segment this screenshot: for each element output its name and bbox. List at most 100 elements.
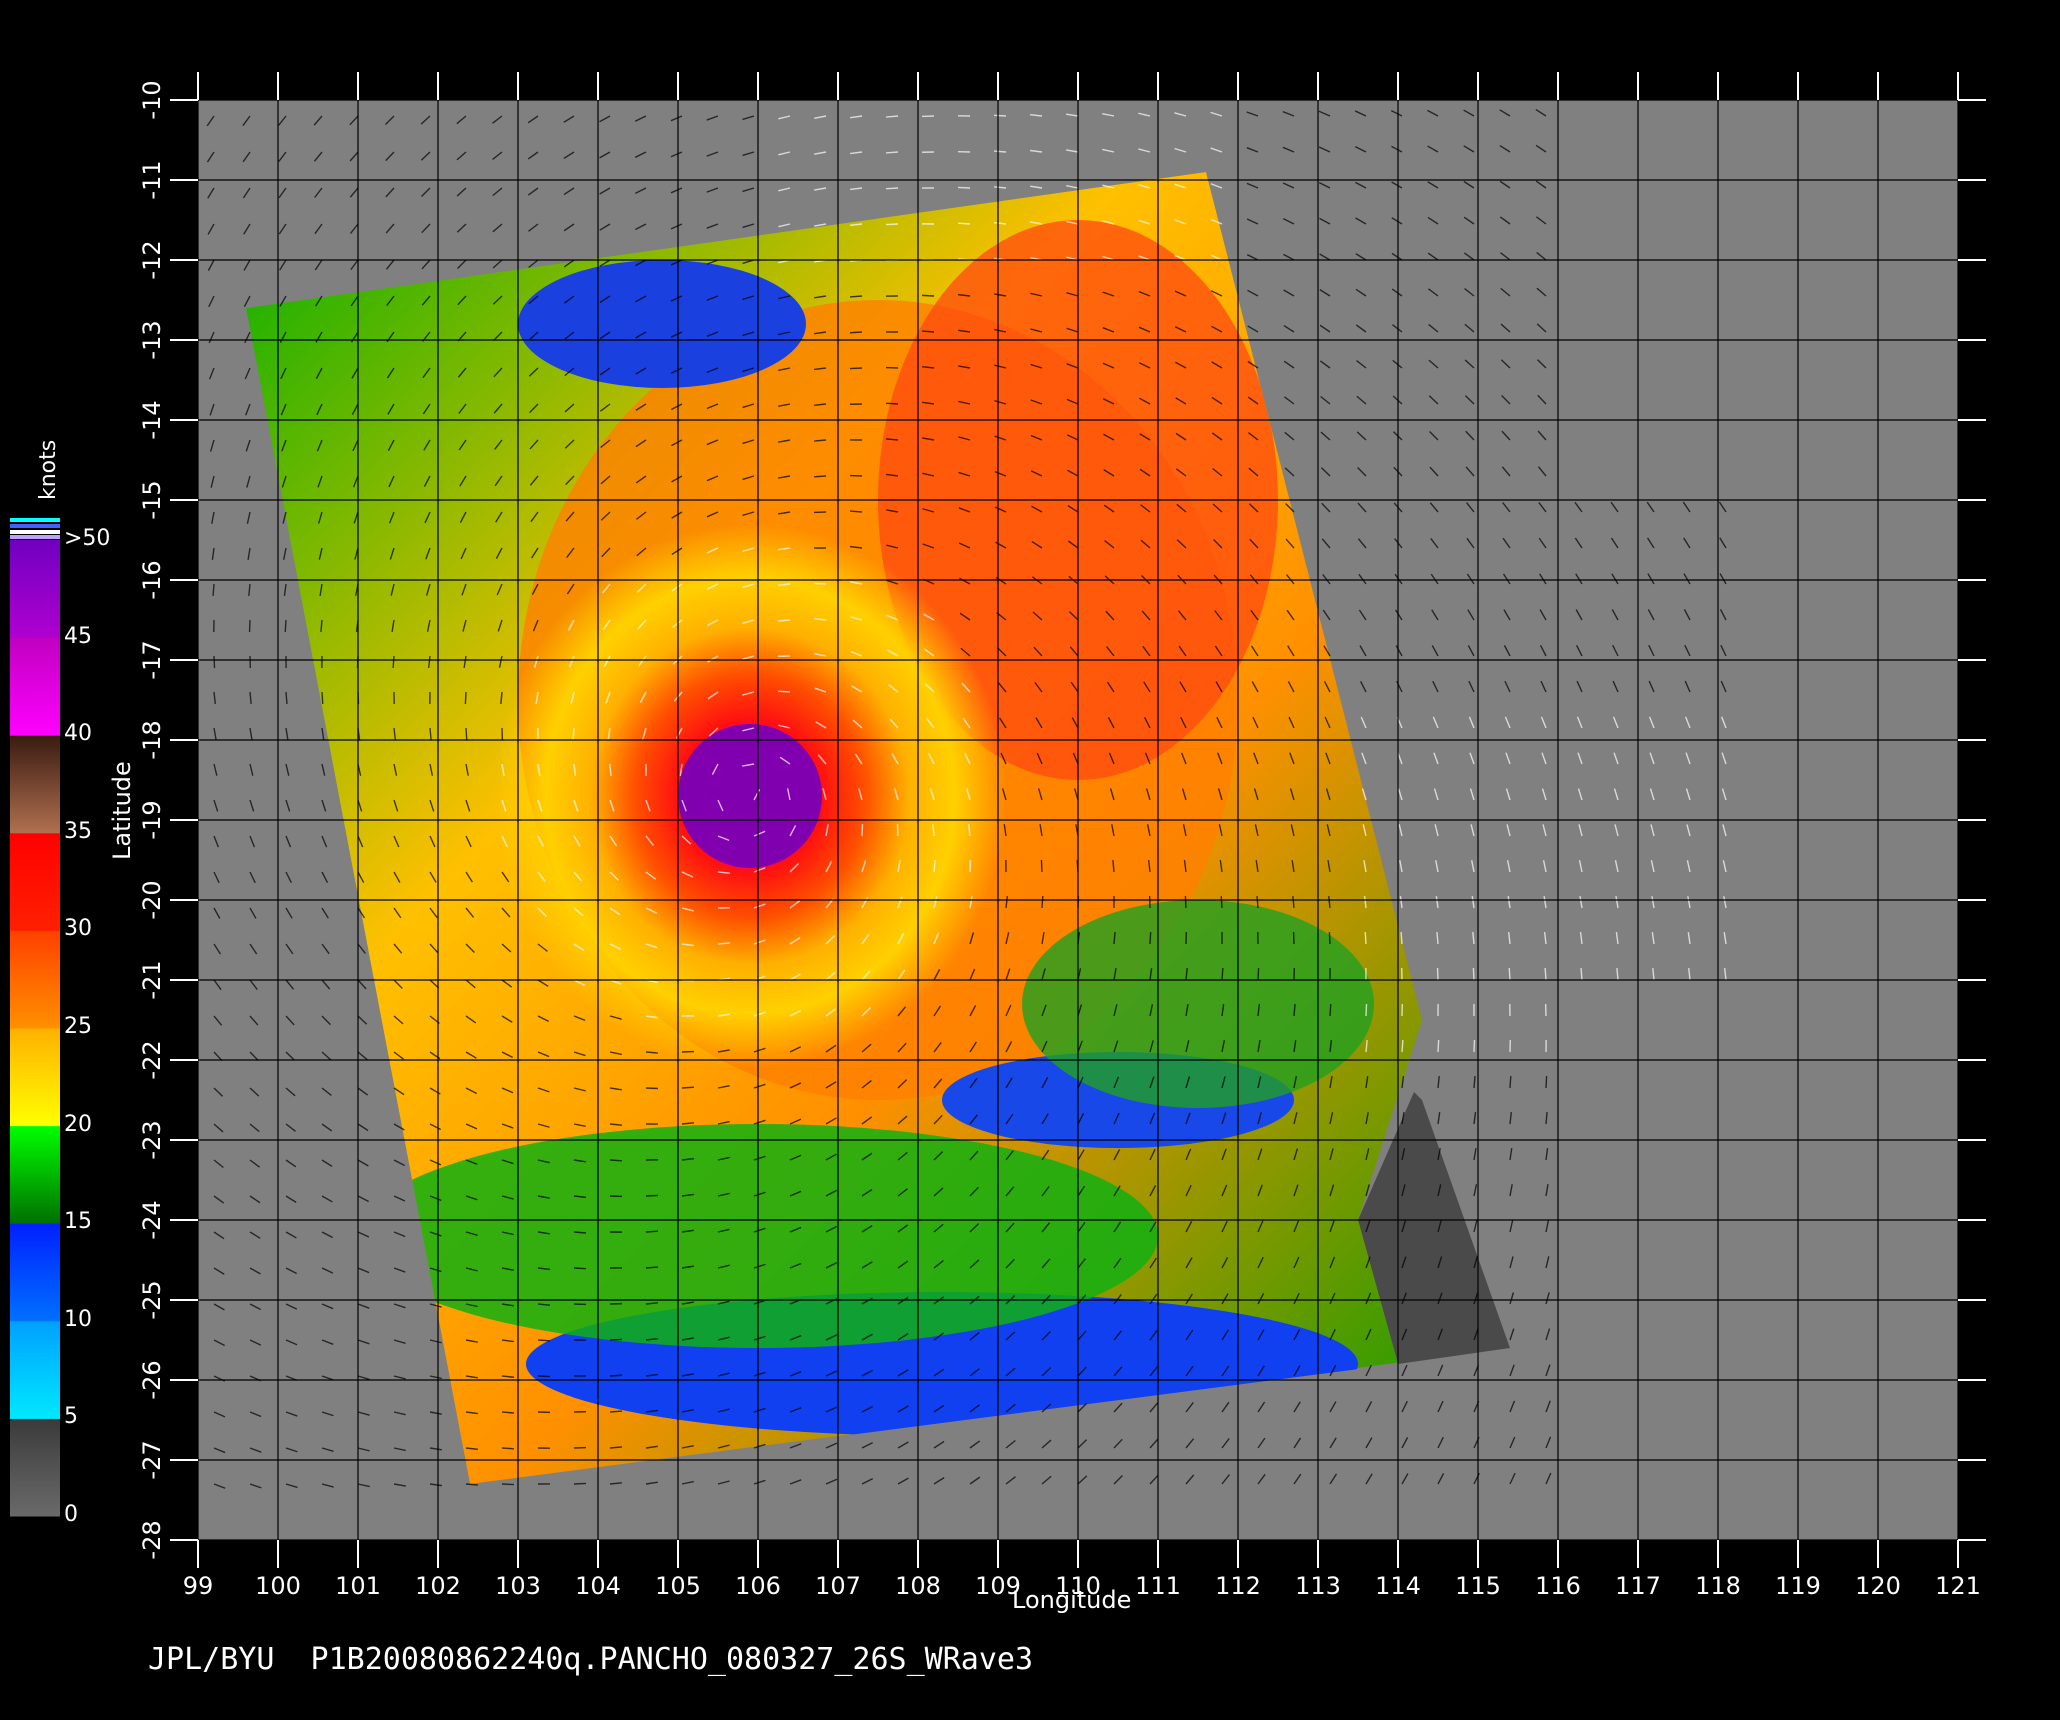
wind-barb	[1329, 1003, 1332, 1017]
wind-barb	[921, 294, 935, 297]
colorbar-segment	[10, 1223, 60, 1322]
wind-barb	[573, 1231, 587, 1234]
lat-tick-label: -23	[138, 1120, 166, 1159]
lon-tick-label: 112	[1215, 1572, 1261, 1600]
wind-barb	[1473, 1075, 1476, 1089]
wind-barb	[885, 151, 899, 154]
wind-barb	[1401, 1039, 1404, 1053]
wind-barb	[537, 1339, 551, 1342]
colorbar-cap	[10, 524, 60, 528]
wind-barb	[1149, 931, 1152, 945]
wind-barb	[285, 691, 288, 705]
wind-barb	[464, 691, 467, 705]
lat-tick-label: -24	[138, 1200, 166, 1239]
lon-tick-label: 114	[1375, 1572, 1421, 1600]
colorbar-label: 25	[64, 1014, 92, 1039]
wind-barb	[501, 1483, 515, 1486]
wind-barb	[284, 619, 287, 633]
lon-tick-label: 101	[335, 1572, 381, 1600]
colorbar-label: 0	[64, 1502, 78, 1527]
cyclone-eye	[678, 724, 822, 868]
wind-barb	[777, 619, 791, 622]
lon-tick-label: 102	[415, 1572, 461, 1600]
colorbar-segment	[10, 735, 60, 834]
wind-barb	[1184, 895, 1187, 909]
wind-barb	[213, 655, 216, 669]
wind-barb	[1437, 1039, 1440, 1053]
colorbar-segment	[10, 1125, 60, 1224]
lon-tick-label: 104	[575, 1572, 621, 1600]
wind-barb	[1545, 1075, 1548, 1089]
wind-barb	[957, 186, 971, 189]
wind-barb	[572, 727, 575, 741]
colorbar-segment	[10, 540, 60, 639]
colorbar-label: 20	[64, 1111, 92, 1137]
lon-tick-label: 113	[1295, 1572, 1341, 1600]
wind-barb	[1509, 1075, 1512, 1089]
lat-tick-label: -19	[138, 800, 166, 839]
wind-barb	[645, 1087, 659, 1090]
colorbar-cap	[10, 518, 60, 522]
lon-tick-label: 105	[655, 1572, 701, 1600]
wind-barb	[861, 823, 864, 837]
lon-tick-label: 100	[255, 1572, 301, 1600]
lat-tick-label: -15	[138, 480, 166, 519]
colorbar-label: 45	[64, 623, 92, 649]
x-axis-title: Longitude	[1012, 1586, 1132, 1614]
wind-barb	[849, 367, 863, 370]
wind-barb	[1580, 967, 1583, 981]
lat-tick-label: -28	[138, 1520, 166, 1559]
lat-tick-label: -25	[138, 1280, 166, 1319]
wind-barb	[537, 1375, 551, 1378]
lat-tick-label: -22	[138, 1040, 166, 1079]
colorbar-segment	[10, 832, 60, 931]
lat-tick-label: -18	[138, 720, 166, 759]
lon-tick-label: 108	[895, 1572, 941, 1600]
lat-tick-label: -10	[138, 80, 166, 119]
wind-barb	[645, 1194, 659, 1197]
lon-tick-label: 118	[1695, 1572, 1741, 1600]
wind-barb	[609, 1338, 623, 1341]
wind-barb	[501, 1447, 515, 1450]
wind-barb	[993, 114, 1007, 117]
wind-barb	[1472, 967, 1475, 981]
lon-tick-label: 120	[1855, 1572, 1901, 1600]
wind-map: 99 100 101 102 103 104 105 106 107 108 109 110 111 11…	[10, 72, 1986, 1600]
wind-barb	[645, 1230, 659, 1233]
wind-barb	[957, 222, 971, 225]
lon-tick-label: 106	[735, 1572, 781, 1600]
wind-barb	[1400, 931, 1403, 945]
lon-tick-label: 117	[1615, 1572, 1661, 1600]
wind-barb	[573, 1482, 587, 1485]
wind-barb	[921, 330, 935, 333]
lat-tick-label: -21	[138, 960, 166, 999]
wind-barb	[849, 331, 863, 334]
colorbar-label: 5	[64, 1404, 78, 1430]
lat-tick-label: -17	[138, 640, 166, 679]
lon-tick-label: 107	[815, 1572, 861, 1600]
wind-barb	[609, 1159, 623, 1162]
wind-barb	[1256, 895, 1259, 909]
footer-caption: JPL/BYU P1B20080862240q.PANCHO_080327_26…	[148, 1642, 1034, 1677]
colorbar-unit: knots	[36, 439, 61, 500]
wind-barb	[1221, 967, 1224, 981]
swath-green-east	[1022, 900, 1374, 1108]
lat-tick-label: -16	[138, 560, 166, 599]
wind-barb	[1220, 895, 1223, 909]
wind-barb	[849, 295, 863, 298]
lat-tick-label: -26	[138, 1360, 166, 1399]
wind-barb	[1328, 931, 1331, 945]
wind-barb	[392, 655, 395, 669]
wind-barb	[777, 690, 791, 693]
wind-barb	[1508, 967, 1511, 981]
wind-barb	[573, 1267, 587, 1270]
colorbar-label: 15	[64, 1209, 92, 1235]
wind-barb	[1040, 859, 1043, 873]
wind-barb	[609, 1374, 623, 1377]
colorbar-cap	[10, 530, 60, 534]
colorbar-segment	[10, 1418, 60, 1517]
lon-tick-label: 115	[1455, 1572, 1501, 1600]
wind-barb	[1364, 931, 1367, 945]
wind-barb	[885, 187, 899, 190]
y-axis-title: Latitude	[108, 761, 136, 860]
